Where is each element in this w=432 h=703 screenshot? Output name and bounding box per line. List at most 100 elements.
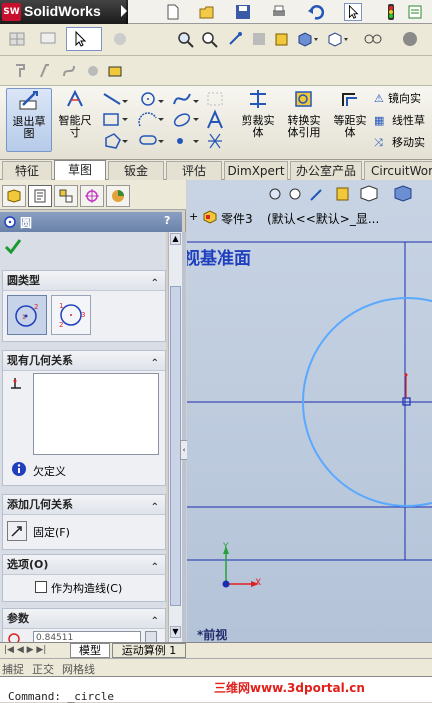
collapse-chevron-icon[interactable]: ⌃ <box>151 558 159 578</box>
ellipse-icon[interactable] <box>173 112 199 129</box>
filter-icon[interactable] <box>110 30 130 48</box>
collapse-chevron-icon[interactable]: ⌃ <box>151 612 159 632</box>
property-manager-tab[interactable] <box>28 185 52 207</box>
centerline-icon[interactable] <box>208 133 222 149</box>
tool-b-icon[interactable] <box>36 62 54 80</box>
center-x-input[interactable]: 0.84511 <box>33 631 141 642</box>
select-arrow-icon[interactable] <box>344 3 362 21</box>
tool-c-icon[interactable] <box>60 62 78 80</box>
collapse-chevron-icon[interactable]: ⌃ <box>151 354 159 374</box>
collapse-chevron-icon[interactable]: ⌃ <box>151 498 159 518</box>
panel-scrollbar[interactable]: ▲ ▼ <box>168 232 182 642</box>
dimxpert-manager-tab[interactable] <box>80 185 104 207</box>
panel-splitter[interactable]: ‹ <box>180 232 188 642</box>
previous-view-icon[interactable] <box>310 189 322 201</box>
zoom-area-icon[interactable] <box>200 30 220 48</box>
tool-a-icon[interactable] <box>12 62 30 80</box>
tab-circuitworks[interactable]: CircuitWorks <box>364 161 432 180</box>
linear-pattern-label: 线性草 <box>392 114 425 127</box>
exit-sketch-button[interactable]: 退出草 图 <box>6 88 52 152</box>
sketch-grid-icon[interactable] <box>8 30 28 48</box>
trim-entities-button[interactable]: 剪裁实 体 <box>238 88 278 152</box>
select-tool-button[interactable] <box>66 27 102 51</box>
offset-entities-button[interactable]: 等距实 体 <box>330 88 370 152</box>
scroll-down-icon[interactable]: ▼ <box>170 626 181 638</box>
menu-expand-icon[interactable] <box>121 5 127 17</box>
slot-icon[interactable] <box>139 135 164 145</box>
options-icon[interactable] <box>406 3 424 21</box>
undo-icon[interactable] <box>306 3 324 21</box>
linear-pattern-button[interactable]: ▦ 线性草 <box>374 112 425 130</box>
zoom-icon[interactable] <box>269 188 281 200</box>
hide-show-items-icon[interactable] <box>326 30 350 48</box>
tab-model[interactable]: 模型 <box>70 643 110 658</box>
smart-dimension-button[interactable]: 智能尺 寸 <box>56 88 94 152</box>
configuration-manager-tab[interactable] <box>54 185 78 207</box>
help-icon[interactable]: ? <box>164 214 170 227</box>
tool-d-icon[interactable] <box>84 62 102 80</box>
relation-perpendicular-icon <box>11 378 21 389</box>
display-style-icon[interactable] <box>394 185 412 202</box>
display-manager-tab[interactable] <box>106 185 130 207</box>
tab-dimxpert[interactable]: DimXpert <box>224 161 288 180</box>
text-icon[interactable] <box>207 109 223 129</box>
zoom-area-icon[interactable] <box>289 188 301 200</box>
spin-button[interactable] <box>145 631 157 642</box>
fix-relation-button[interactable] <box>7 521 27 541</box>
convert-entities-button[interactable]: 转换实 体引用 <box>282 88 326 152</box>
note-icon[interactable] <box>38 30 58 48</box>
line-icon[interactable] <box>103 93 128 105</box>
graphics-viewport[interactable]: 视基准面 + 零件3 (默认<<默认>_显... Y X *前视 <box>187 180 432 642</box>
new-document-icon[interactable] <box>164 3 182 21</box>
edit-appearance-icon[interactable] <box>362 30 388 48</box>
mirror-entities-button[interactable]: ⚠ 镜向实 <box>374 90 421 108</box>
section-view-icon[interactable] <box>250 30 270 48</box>
polygon-icon[interactable] <box>105 133 128 149</box>
tab-office-products[interactable]: 办公室产品 <box>290 161 362 180</box>
perimeter-circle-button[interactable]: 1 2 3 <box>51 295 91 335</box>
tab-motion-study[interactable]: 运动算例 1 <box>112 643 186 658</box>
tab-sheet-metal[interactable]: 钣金 <box>108 161 164 180</box>
construction-checkbox[interactable] <box>35 581 47 593</box>
section-view-icon[interactable] <box>336 187 349 201</box>
command-line[interactable]: Command: _circle 三维网www.3dportal.cn <box>0 676 432 703</box>
tool-e-icon[interactable] <box>106 62 126 80</box>
parameters-group: 参数 ⌃ 0.84511 <box>2 608 166 642</box>
relations-list[interactable] <box>33 373 159 455</box>
tab-sketch[interactable]: 草图 <box>54 160 106 181</box>
ortho-toggle[interactable]: 正交 <box>32 661 54 677</box>
move-icon: ⤨ <box>374 136 383 149</box>
collapse-chevron-icon[interactable]: ⌃ <box>151 274 159 294</box>
display-style-icon[interactable] <box>296 30 320 48</box>
svg-text:3: 3 <box>81 311 85 319</box>
feature-manager-tab[interactable] <box>2 185 26 207</box>
app-logo-menu[interactable]: SW SolidWorks <box>0 0 127 24</box>
print-icon[interactable] <box>270 3 288 21</box>
zoom-fit-icon[interactable] <box>176 30 196 48</box>
scroll-up-icon[interactable]: ▲ <box>170 233 181 245</box>
sketch-fillet-icon[interactable] <box>207 92 223 106</box>
grid-toggle[interactable]: 网格线 <box>62 661 95 677</box>
open-folder-icon[interactable] <box>198 3 216 21</box>
point-icon[interactable] <box>177 138 199 144</box>
save-icon[interactable] <box>234 3 252 21</box>
tab-evaluate[interactable]: 评估 <box>166 161 222 180</box>
rebuild-traffic-light-icon[interactable] <box>382 3 400 21</box>
view-orientation-icon[interactable] <box>272 30 292 48</box>
ok-checkmark-icon[interactable] <box>4 238 22 254</box>
view-orientation-icon[interactable] <box>360 185 378 202</box>
rectangle-icon[interactable] <box>103 113 128 126</box>
tree-expand-icon[interactable]: + <box>189 210 198 223</box>
part-name[interactable]: 零件3 <box>221 210 253 227</box>
arc-icon[interactable] <box>138 112 164 127</box>
snap-toggle[interactable]: 捕捉 <box>2 661 24 677</box>
tab-features[interactable]: 特征 <box>2 161 52 180</box>
center-circle-button[interactable]: 21 <box>7 295 47 335</box>
scene-icon[interactable] <box>400 30 420 48</box>
tab-nav-arrows-icon[interactable]: |◀ ◀ ▶ ▶| <box>4 645 64 657</box>
spline-icon[interactable] <box>173 93 199 105</box>
model-tabs-bar: |◀ ◀ ▶ ▶| 模型 运动算例 1 <box>0 642 432 658</box>
previous-view-icon[interactable] <box>226 30 246 48</box>
move-entities-button[interactable]: ⤨ 移动实 <box>374 134 425 152</box>
circle-icon[interactable] <box>141 92 164 106</box>
